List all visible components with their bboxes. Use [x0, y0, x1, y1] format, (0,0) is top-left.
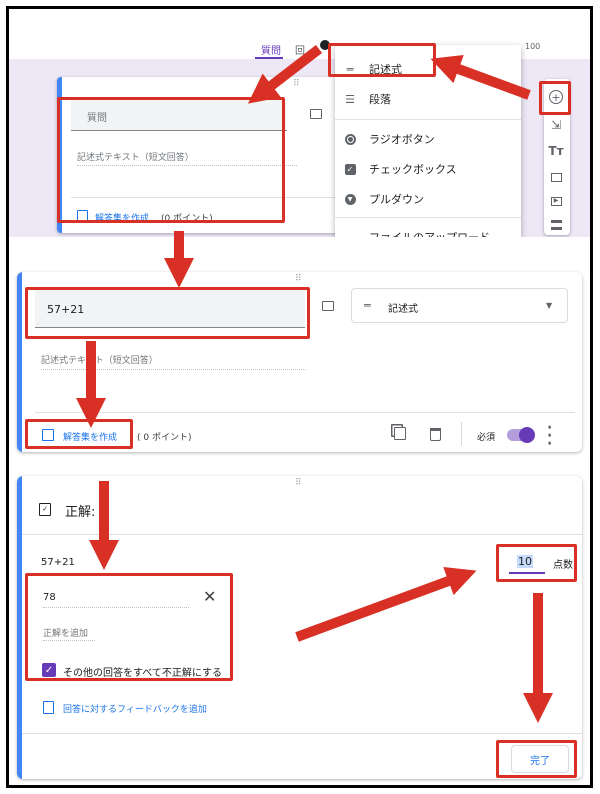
arrow-to-points [295, 567, 477, 642]
arrow-to-question-card [247, 45, 323, 104]
tutorial-frame: 質問 回 100 ⠿ 質問 記述式テキスト（短文回答） 解答集を作成 (0 ポイ… [6, 6, 593, 788]
tutorial-arrows [76, 45, 553, 723]
arrow-to-short-answer [430, 54, 531, 100]
